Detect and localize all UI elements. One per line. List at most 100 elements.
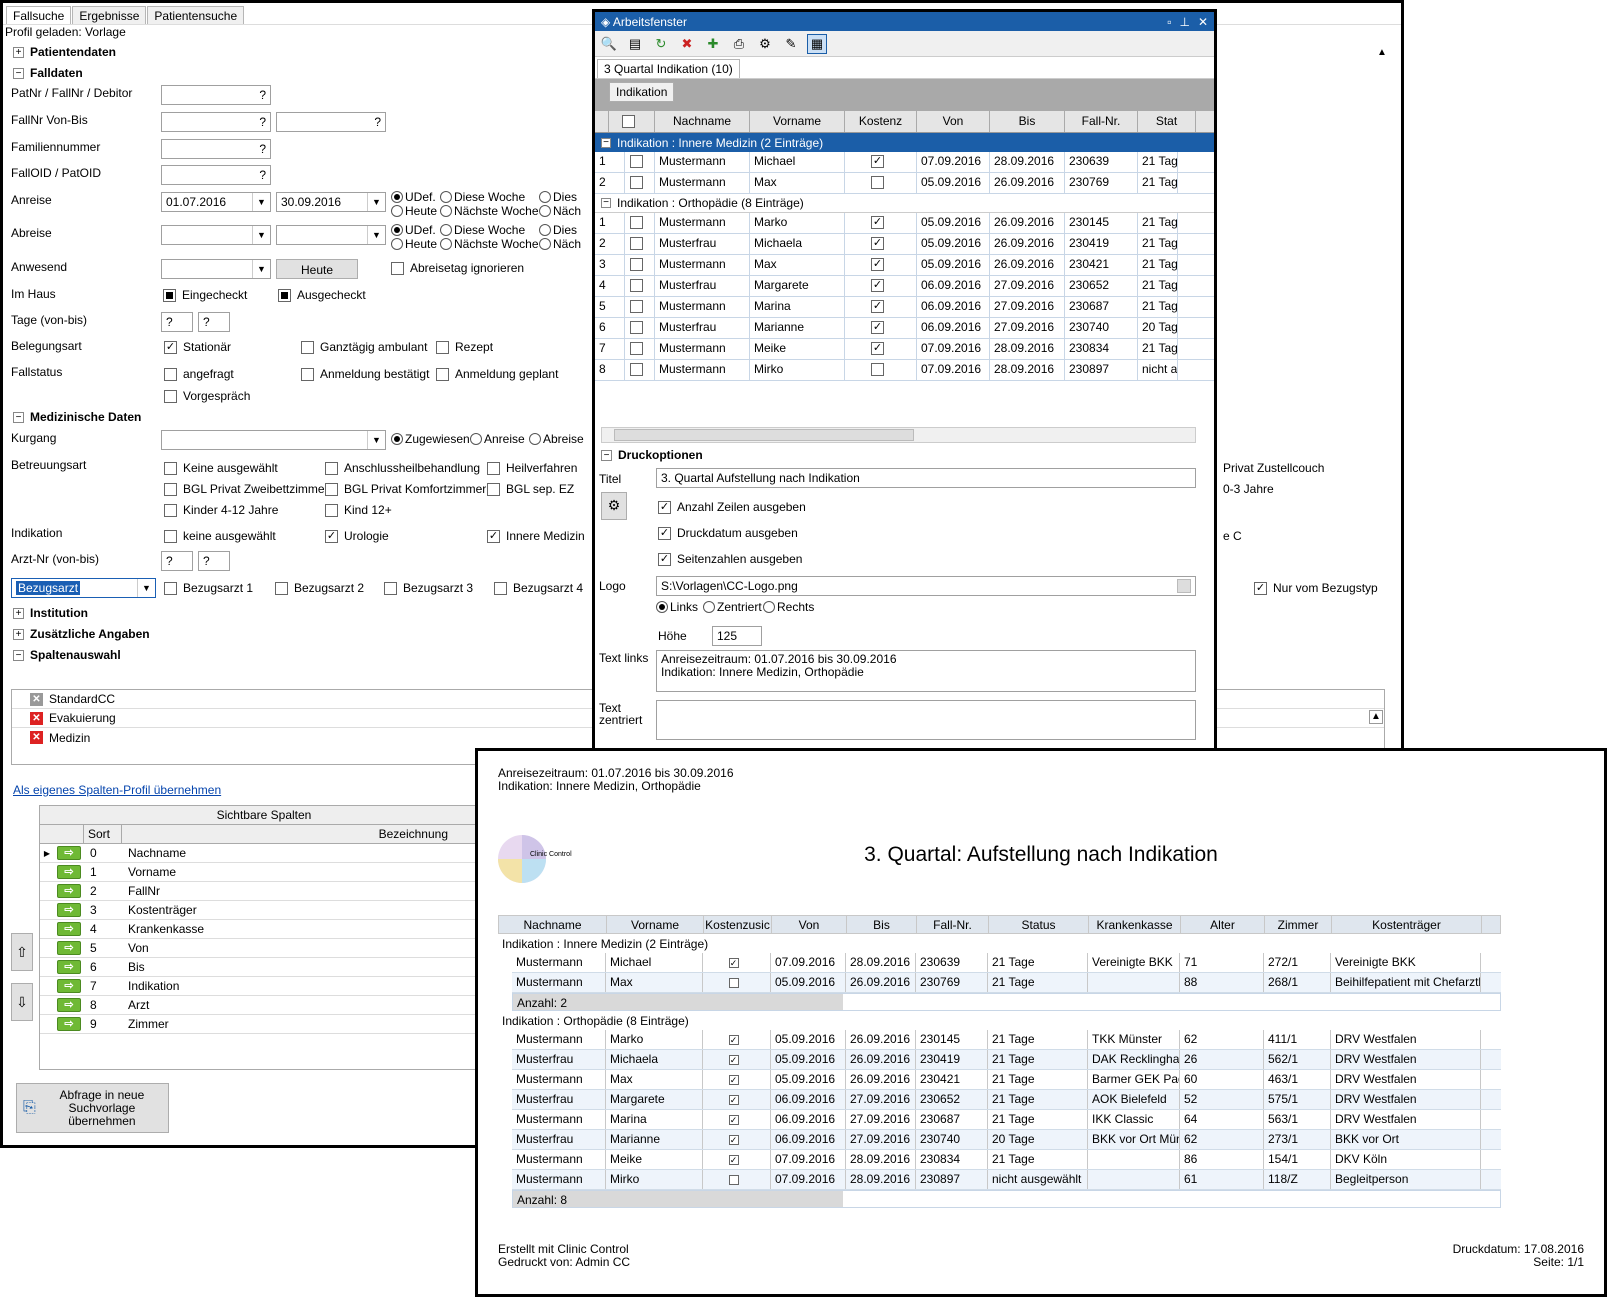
radio-naechste[interactable]: Näch — [539, 204, 581, 218]
checkbox-keine-indikation[interactable]: keine ausgewählt — [164, 529, 276, 543]
visible-toggle-icon[interactable]: ⇨ — [57, 922, 81, 936]
checkbox-icon[interactable] — [630, 279, 643, 293]
arztnr-to-input[interactable]: ? — [198, 551, 230, 571]
layout-icon[interactable]: ▦ — [807, 33, 827, 54]
checkmark-icon[interactable]: ✓ — [164, 340, 177, 354]
section-institution[interactable]: + Institution — [13, 606, 88, 620]
checkbox-icon[interactable] — [164, 581, 177, 595]
table-row[interactable]: ⇨ 8 Arzt — [40, 996, 488, 1015]
collapse-icon[interactable]: − — [13, 67, 24, 79]
radio-diese-woche[interactable]: Diese Woche — [440, 190, 525, 204]
checkbox-stationaer[interactable]: ✓ Stationär — [164, 340, 231, 354]
radio-icon[interactable] — [440, 205, 452, 217]
checkbox-icon[interactable] — [164, 389, 177, 403]
checkbox-icon[interactable] — [164, 503, 177, 517]
row-select[interactable] — [625, 276, 655, 296]
checkmark-icon[interactable]: ✓ — [1254, 581, 1267, 595]
radio-icon[interactable] — [440, 238, 452, 250]
horizontal-scrollbar[interactable] — [601, 427, 1196, 443]
checkbox-nur-bezugstyp[interactable]: ✓ Nur vom Bezugstyp — [1254, 581, 1378, 595]
table-row[interactable]: 2 Musterfrau Michaela ✓ 05.09.2016 26.09.2016… — [595, 234, 1214, 255]
fallnr-to-input[interactable]: ? — [276, 112, 386, 132]
radio-icon[interactable] — [440, 224, 452, 236]
familiennummer-input[interactable]: ? — [161, 139, 271, 159]
radio-naechste-woche[interactable]: Nächste Woche — [440, 204, 539, 218]
checkbox-anzahl-zeilen[interactable]: ✓ Anzahl Zeilen ausgeben — [658, 500, 806, 514]
section-druckoptionen[interactable]: − Druckoptionen — [601, 448, 703, 462]
radio-icon[interactable] — [656, 601, 668, 613]
abreise-from-date[interactable]: ▼ — [161, 225, 271, 245]
pin-icon[interactable]: ⊥ — [1179, 15, 1189, 29]
radio-naechste-2[interactable]: Näch — [539, 237, 581, 251]
abfrage-button[interactable]: ⎘ Abfrage in neue Suchvorlage übernehmen — [16, 1083, 169, 1133]
table-row[interactable]: 4 Musterfrau Margarete ✓ 06.09.2016 27.09.201… — [595, 276, 1214, 297]
table-row[interactable]: 2 Mustermann Max 05.09.2016 26.09.2016 230769… — [595, 173, 1214, 194]
checkbox-icon[interactable] — [630, 155, 643, 169]
checkbox-geplant[interactable]: Anmeldung geplant — [436, 367, 558, 381]
help-icon[interactable]: ? — [259, 115, 266, 129]
close-icon[interactable]: ✕ — [1198, 15, 1208, 29]
patnr-input[interactable]: ? — [161, 85, 271, 105]
chevron-down-icon[interactable]: ▼ — [137, 579, 155, 597]
scroll-up-icon[interactable]: ▲ — [1375, 47, 1389, 61]
table-row[interactable]: ⇨ 6 Bis — [40, 958, 488, 977]
help-icon[interactable]: ? — [259, 168, 266, 182]
checkbox-bgl-sep[interactable]: BGL sep. EZ — [487, 482, 574, 496]
delete-icon[interactable]: ✕ — [30, 731, 43, 744]
row-select[interactable] — [625, 339, 655, 359]
restore-icon[interactable]: ▫ — [1167, 15, 1171, 29]
browse-icon[interactable] — [1177, 579, 1191, 593]
checkbox-icon[interactable] — [384, 581, 397, 595]
window-titlebar[interactable]: ◈ Arbeitsfenster ▫ ⊥ ✕ — [595, 12, 1214, 31]
checkmark-icon[interactable]: ✓ — [658, 552, 671, 566]
checkbox-heilverfahren[interactable]: Heilverfahren — [487, 461, 577, 475]
visible-toggle-icon[interactable]: ⇨ — [57, 846, 81, 860]
header-col[interactable]: Von — [917, 111, 990, 132]
refresh-icon[interactable]: ↻ — [651, 34, 671, 54]
checkbox-angefragt[interactable]: angefragt — [164, 367, 234, 381]
radio-abreise[interactable]: Abreise — [529, 432, 584, 446]
radio-links[interactable]: Links — [656, 600, 698, 614]
checkbox-kind12[interactable]: Kind 12+ — [325, 503, 392, 517]
fallnr-from-input[interactable]: ? — [161, 112, 271, 132]
group-row[interactable]: − Indikation : Orthopädie (8 Einträge) — [595, 194, 1214, 213]
checkbox-bezugsarzt-2[interactable]: Bezugsarzt 2 — [275, 581, 364, 595]
radio-icon[interactable] — [529, 433, 541, 445]
row-select[interactable] — [625, 234, 655, 254]
section-medizinische[interactable]: − Medizinische Daten — [13, 410, 141, 424]
table-row[interactable]: ⇨ 3 Kostenträger — [40, 901, 488, 920]
logo-path-input[interactable]: S:\Vorlagen\CC-Logo.png — [656, 576, 1196, 596]
header-col[interactable]: Stat — [1138, 111, 1196, 132]
checkbox-icon[interactable] — [487, 461, 500, 475]
collapse-icon[interactable]: − — [13, 649, 24, 661]
expand-icon[interactable]: + — [13, 46, 24, 58]
radio-naechste-woche-2[interactable]: Nächste Woche — [440, 237, 539, 251]
checkbox-icon[interactable] — [436, 367, 449, 381]
table-row[interactable]: 3 Mustermann Max ✓ 05.09.2016 26.09.2016 23042… — [595, 255, 1214, 276]
radio-diese-woche-2[interactable]: Diese Woche — [440, 223, 525, 237]
checkbox-rezept[interactable]: Rezept — [436, 340, 493, 354]
edit-icon[interactable]: ✎ — [781, 34, 801, 54]
abreise-to-date[interactable]: ▼ — [276, 225, 386, 245]
header-col[interactable]: Nachname — [655, 111, 750, 132]
row-select[interactable] — [625, 360, 655, 380]
checkbox-icon[interactable] — [487, 482, 500, 496]
visible-toggle-icon[interactable]: ⇨ — [57, 865, 81, 879]
checkbox-icon[interactable] — [301, 367, 314, 381]
chevron-down-icon[interactable]: ▼ — [252, 226, 270, 244]
kurgang-select[interactable]: ▼ — [161, 430, 386, 450]
delete-icon[interactable]: ✕ — [30, 711, 43, 725]
row-select[interactable] — [625, 318, 655, 338]
radio-diese-2[interactable]: Dies — [539, 223, 577, 237]
radio-icon[interactable] — [539, 238, 551, 250]
table-row[interactable]: ⇨ 2 FallNr — [40, 882, 488, 901]
spalten-profil-link[interactable]: Als eigenes Spalten-Profil übernehmen — [13, 783, 221, 797]
checkbox-icon[interactable] — [278, 288, 291, 302]
visible-toggle-icon[interactable]: ⇨ — [57, 979, 81, 993]
section-spaltenauswahl[interactable]: − Spaltenauswahl — [13, 648, 121, 662]
radio-icon[interactable] — [440, 191, 452, 203]
table-row[interactable]: 1 Mustermann Marko ✓ 05.09.2016 26.09.2016 230… — [595, 213, 1214, 234]
text-zentriert-textarea[interactable] — [656, 700, 1196, 740]
expand-icon[interactable]: + — [13, 628, 24, 640]
table-row[interactable]: 5 Mustermann Marina ✓ 06.09.2016 27.09.2016 23… — [595, 297, 1214, 318]
